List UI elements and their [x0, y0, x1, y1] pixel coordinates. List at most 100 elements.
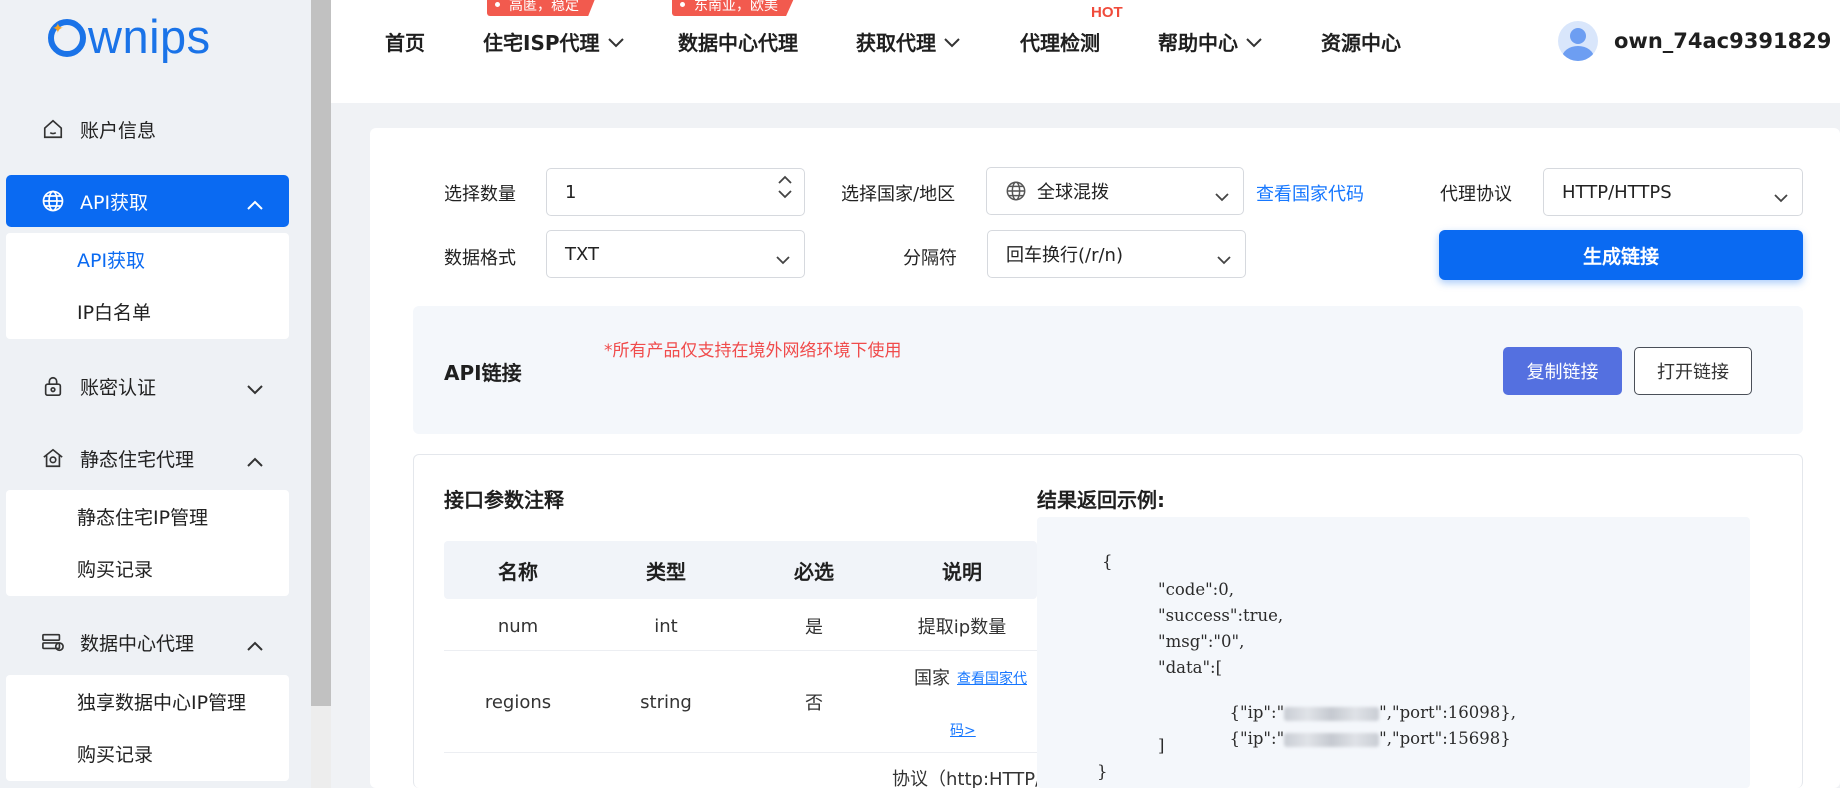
nav-residential-isp[interactable]: 住宅ISP代理 — [483, 26, 624, 56]
sidebar-item-label: 数据中心代理 — [80, 632, 195, 655]
chevron-down-icon — [944, 29, 960, 53]
sidebar-subitem-dc-purchase-records[interactable]: 购买记录 — [6, 727, 289, 779]
sidebar-subitem-ip-whitelist[interactable]: IP白名单 — [6, 285, 289, 337]
code-line: } — [1097, 762, 1108, 781]
chevron-down-icon — [1215, 186, 1229, 207]
code-line: { — [1102, 552, 1113, 571]
table-cell-description: 提取ip数量 — [917, 617, 1007, 638]
chevron-down-icon — [1217, 249, 1231, 270]
api-link-title: API链接 — [444, 361, 522, 385]
quantity-value: 1 — [565, 181, 577, 203]
nav-get-proxy[interactable]: 获取代理 — [856, 26, 960, 56]
chevron-up-icon — [247, 634, 263, 656]
quantity-stepper[interactable]: 1 — [546, 168, 805, 216]
column-header-name: 名称 — [498, 559, 538, 584]
sidebar-item-account[interactable]: 账户信息 — [6, 103, 289, 155]
sidebar-item-label: API获取 — [80, 191, 149, 214]
code-line: "code":0, — [1158, 580, 1234, 599]
globe-icon — [40, 188, 66, 214]
result-example-title: 结果返回示例: — [1037, 488, 1165, 512]
code-line: ] — [1158, 736, 1165, 755]
format-value: TXT — [565, 243, 600, 265]
submenu-datacenter: 独享数据中心IP管理 购买记录 — [6, 675, 289, 781]
separator-select[interactable]: 回车换行(/r/n) — [987, 230, 1246, 278]
hot-badge: HOT — [1091, 4, 1123, 21]
code-fragment: ","port":15698} — [1379, 729, 1511, 748]
nav-help-center[interactable]: 帮助中心 — [1158, 26, 1262, 56]
avatar — [1558, 21, 1598, 61]
code-line: "msg":"0", — [1158, 632, 1245, 651]
sidebar-item-label: 静态住宅代理 — [80, 448, 195, 471]
row-divider — [444, 650, 1037, 651]
sidebar-item-static[interactable]: 静态住宅代理 — [6, 432, 289, 484]
table-cell-required: 是 — [805, 617, 823, 638]
quantity-label: 选择数量 — [444, 184, 516, 205]
separator-value: 回车换行(/r/n) — [1006, 245, 1123, 266]
table-cell-required: 否 — [805, 693, 823, 714]
country-label: 选择国家/地区 — [841, 184, 956, 205]
column-header-type: 类型 — [646, 559, 686, 584]
nav-resource-center[interactable]: 资源中心 — [1321, 26, 1401, 56]
row-divider — [444, 752, 1037, 753]
api-network-notice: *所有产品仅支持在境外网络环境下使用 — [604, 341, 902, 361]
code-line: "success":true, — [1158, 606, 1284, 625]
lock-icon — [40, 373, 66, 399]
chevron-down-icon — [247, 378, 263, 400]
protocol-select[interactable]: HTTP/HTTPS — [1543, 168, 1803, 216]
username: own_74ac9391829 — [1614, 29, 1832, 53]
copy-link-button[interactable]: 复制链接 — [1503, 347, 1622, 395]
sidebar-subitem-static-ip-management[interactable]: 静态住宅IP管理 — [6, 490, 289, 542]
sidebar-item-label: 账户信息 — [80, 119, 157, 142]
code-line-ip-entry: {"ip":" ","port":15698} — [1219, 710, 1511, 748]
params-title: 接口参数注释 — [444, 488, 564, 512]
sidebar-subitem-api[interactable]: API获取 — [6, 233, 289, 285]
user-menu[interactable]: own_74ac9391829 — [1558, 20, 1831, 62]
table-cell-name: num — [497, 615, 539, 637]
code-line: "data":[ — [1158, 658, 1223, 677]
stepper-arrows-icon[interactable] — [778, 175, 792, 199]
chevron-up-icon — [247, 193, 263, 215]
nav-datacenter-proxy[interactable]: 数据中心代理 — [678, 26, 798, 56]
table-cell-type: int — [654, 615, 678, 637]
view-country-codes-link[interactable]: 查看国家代码 — [1256, 180, 1364, 206]
sidebar-item-api[interactable]: API获取 — [6, 175, 289, 227]
format-select[interactable]: TXT — [546, 230, 805, 278]
sidebar-item-label: 账密认证 — [80, 376, 157, 399]
nav-dc-tag: 东南亚，欧美 — [672, 0, 796, 16]
column-header-description: 说明 — [942, 559, 982, 584]
sidebar-item-auth[interactable]: 账密认证 — [6, 360, 289, 412]
submenu-api: API获取 IP白名单 — [6, 233, 289, 339]
chevron-down-icon — [1774, 187, 1788, 208]
protocol-value: HTTP/HTTPS — [1562, 181, 1672, 203]
sidebar-scrollbar-thumb[interactable] — [311, 0, 331, 706]
view-country-codes-inline-link-cont[interactable]: 码> — [950, 720, 976, 740]
chevron-down-icon — [776, 249, 790, 270]
star-icon: ✦ — [52, 21, 64, 37]
ownips-logo[interactable]: ✦ wnips — [48, 9, 211, 63]
globe-icon — [1005, 180, 1027, 202]
country-select[interactable]: 全球混拨 — [986, 167, 1244, 215]
sidebar-subitem-static-purchase-records[interactable]: 购买记录 — [6, 542, 289, 594]
table-cell-type: string — [640, 691, 692, 713]
nav-proxy-check[interactable]: 代理检测 — [1020, 26, 1100, 56]
logo-text: wnips — [88, 9, 211, 63]
submenu-static: 静态住宅IP管理 购买记录 — [6, 490, 289, 596]
format-label: 数据格式 — [444, 248, 516, 269]
params-table-header: 名称 类型 必选 说明 — [444, 541, 1037, 599]
sidebar-menu: ✦ wnips 账户信息 API获取 API获取 IP白名单 账密认证 静态住宅… — [0, 0, 293, 788]
nav-isp-tag: 高匿，稳定 — [487, 0, 597, 16]
country-value: 全球混拨 — [1037, 182, 1109, 203]
nav-label: 住宅ISP代理 — [483, 30, 600, 55]
nav-home[interactable]: 首页 — [385, 26, 425, 56]
sidebar-subitem-dc-ip-management[interactable]: 独享数据中心IP管理 — [6, 675, 289, 727]
generate-link-button[interactable]: 生成链接 — [1439, 230, 1803, 280]
view-country-codes-inline-link[interactable]: 查看国家代 — [957, 668, 1027, 688]
code-fragment: {"ip":" — [1229, 729, 1285, 748]
nav-label: 获取代理 — [856, 30, 936, 55]
redacted-ip — [1284, 732, 1380, 747]
sidebar-item-datacenter[interactable]: 数据中心代理 — [6, 616, 289, 668]
chevron-down-icon — [1246, 29, 1262, 53]
chevron-up-icon — [247, 450, 263, 472]
open-link-button[interactable]: 打开链接 — [1634, 347, 1752, 395]
table-cell-description: 国家 — [914, 668, 950, 689]
